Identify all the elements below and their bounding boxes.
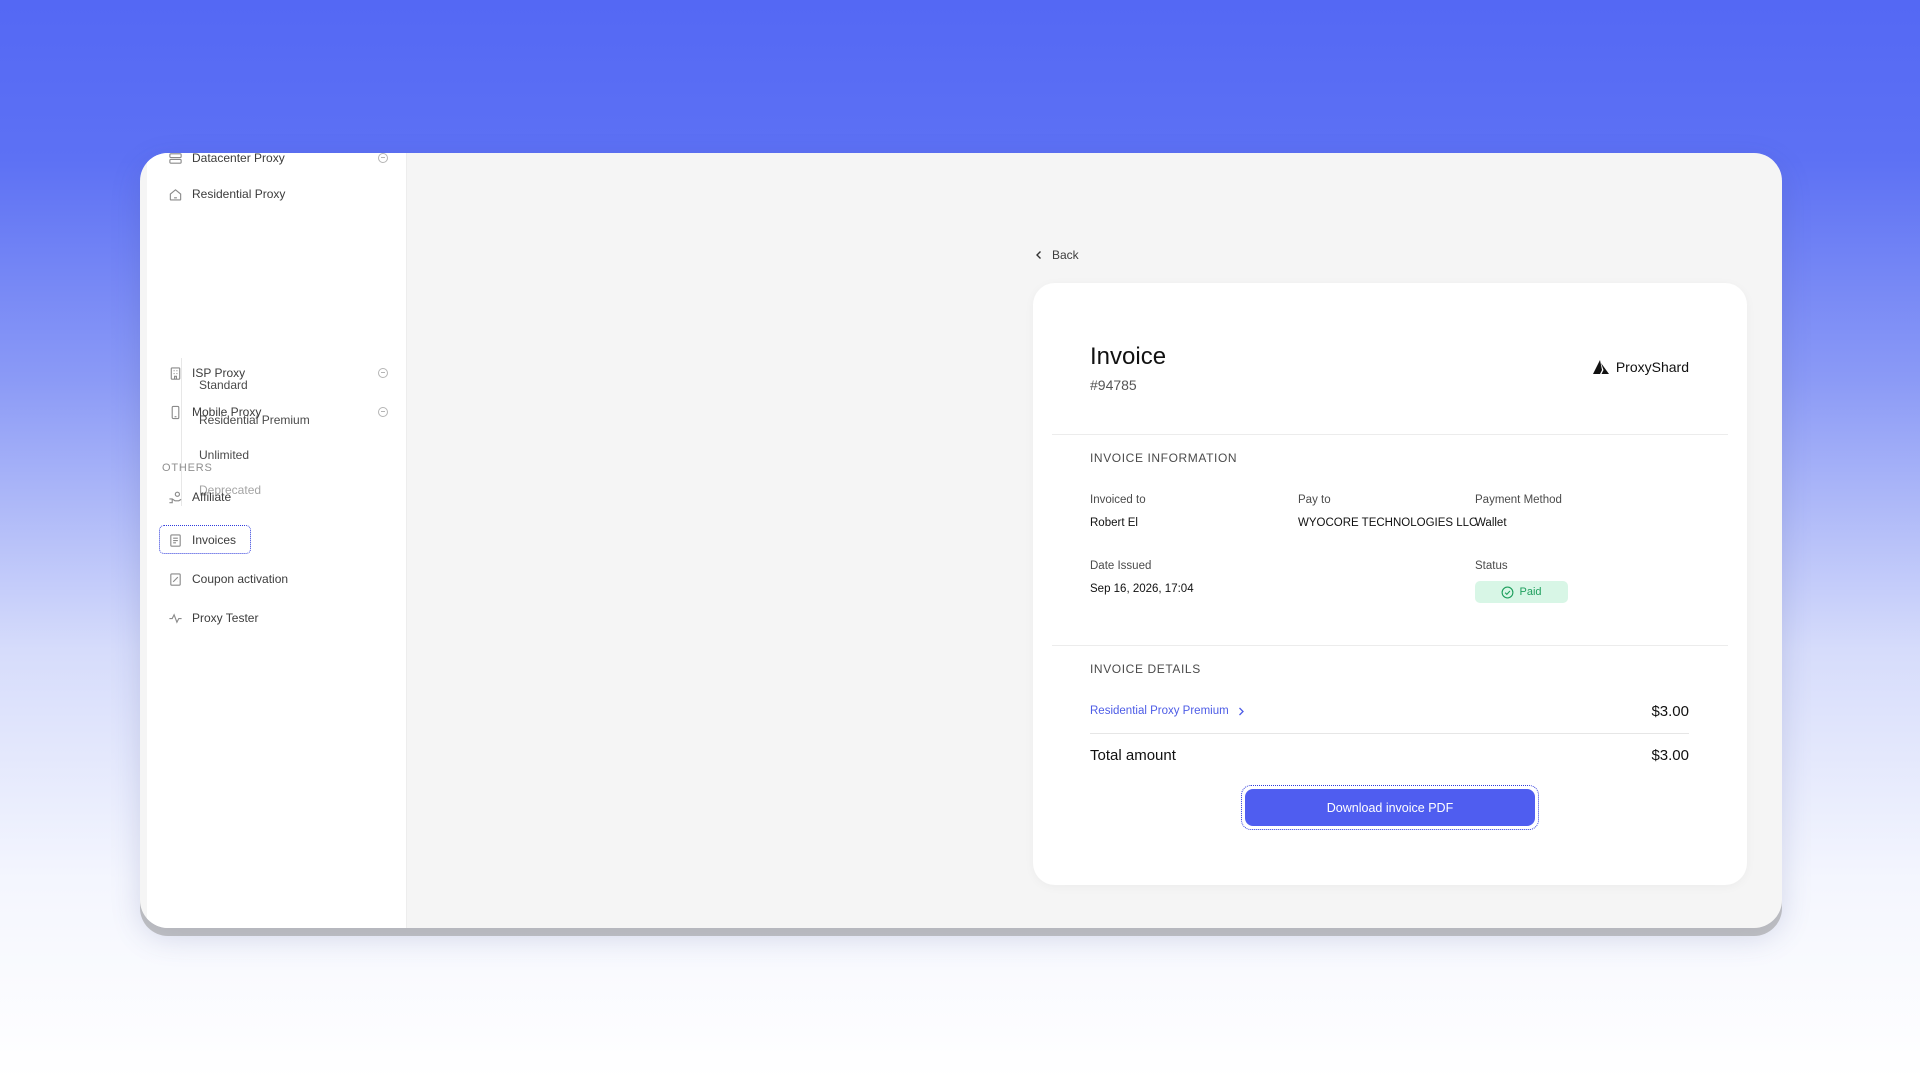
invoice-information-heading: INVOICE INFORMATION <box>1090 451 1238 465</box>
chevron-left-icon <box>1036 251 1041 259</box>
status-text: Paid <box>1519 586 1542 598</box>
invoice-title: Invoice <box>1090 343 1167 370</box>
back-link[interactable]: Back <box>1034 248 1079 262</box>
line-item-amount: $3.00 <box>1651 703 1689 720</box>
status-badge: Paid <box>1475 581 1568 603</box>
server-icon <box>167 153 183 166</box>
brand-logo: ProxyShard <box>1592 359 1689 375</box>
line-item-label: Residential Proxy Premium <box>1090 705 1229 717</box>
total-amount-label: Total amount <box>1090 747 1176 764</box>
date-issued-value: Sep 16, 2026, 17:04 <box>1090 583 1194 595</box>
sidebar-item-label: Residential Proxy <box>192 187 286 201</box>
payment-method-value: Wallet <box>1475 517 1507 529</box>
sidebar-item-datacenter-proxy[interactable]: Datacenter Proxy <box>167 153 388 173</box>
invoiced-to-value: Robert El <box>1090 517 1138 529</box>
sidebar-item-label: ISP Proxy <box>192 366 246 380</box>
sidebar-item-isp-proxy[interactable]: ISP Proxy <box>167 358 388 388</box>
brand-name: ProxyShard <box>1615 359 1689 375</box>
back-label: Back <box>1052 248 1079 262</box>
sidebar-section-others: OTHERS <box>162 462 213 474</box>
total-amount-value: $3.00 <box>1651 747 1689 764</box>
coupon-icon <box>167 571 183 587</box>
status-label: Status <box>1475 560 1508 572</box>
sidebar-item-label: Datacenter Proxy <box>192 153 285 165</box>
check-circle-icon <box>1502 586 1514 598</box>
sidebar-item-coupon-activation[interactable]: Coupon activation <box>167 564 388 594</box>
sidebar-item-label: Coupon activation <box>192 572 289 586</box>
sidebar-item-affiliate[interactable]: Affiliate <box>167 482 388 512</box>
collapse-icon[interactable] <box>378 407 388 417</box>
payment-method-label: Payment Method <box>1475 494 1562 506</box>
sidebar-item-proxy-tester[interactable]: Proxy Tester <box>167 603 388 633</box>
collapse-icon[interactable] <box>378 153 388 163</box>
sidebar-item-label: Affiliate <box>192 490 232 504</box>
home-icon <box>167 186 183 202</box>
download-invoice-pdf-button[interactable]: Download invoice PDF <box>1245 789 1535 826</box>
sidebar-item-label: Proxy Tester <box>192 611 259 625</box>
sidebar-subitem-label: Unlimited <box>199 448 250 462</box>
receipt-icon <box>167 532 183 548</box>
sidebar-item-label: Mobile Proxy <box>192 405 262 419</box>
mobile-icon <box>167 404 183 420</box>
sidebar-item-residential-proxy[interactable]: Residential Proxy <box>167 179 388 209</box>
divider <box>1052 645 1728 646</box>
invoice-details-heading: INVOICE DETAILS <box>1090 662 1201 676</box>
sidebar-item-invoices[interactable]: Invoices <box>167 525 388 555</box>
handshake-icon <box>167 489 183 505</box>
sidebar: Datacenter Proxy Residential Proxy Stand… <box>147 153 407 928</box>
activity-icon <box>167 610 183 626</box>
invoice-number: #94785 <box>1090 377 1137 393</box>
main-content: Back Invoice #94785 ProxyShard INVOICE I… <box>407 153 1782 928</box>
sidebar-item-label: Invoices <box>192 533 237 547</box>
sidebar-subitem-unlimited[interactable]: Unlimited <box>199 442 388 468</box>
collapse-icon[interactable] <box>378 368 388 378</box>
chevron-right-icon <box>1238 707 1244 715</box>
invoice-card: Invoice #94785 ProxyShard INVOICE INFORM… <box>1033 283 1747 885</box>
proxyshard-logo-icon <box>1592 360 1609 374</box>
pay-to-value: WYOCORE TECHNOLOGIES LLC <box>1298 517 1478 529</box>
date-issued-label: Date Issued <box>1090 560 1152 572</box>
app-window: Datacenter Proxy Residential Proxy Stand… <box>140 153 1782 928</box>
divider <box>1090 733 1689 734</box>
building-icon <box>167 365 183 381</box>
sidebar-item-mobile-proxy[interactable]: Mobile Proxy <box>167 397 388 427</box>
invoiced-to-label: Invoiced to <box>1090 494 1146 506</box>
line-item-link[interactable]: Residential Proxy Premium <box>1090 705 1245 717</box>
pay-to-label: Pay to <box>1298 494 1331 506</box>
divider <box>1052 434 1728 435</box>
